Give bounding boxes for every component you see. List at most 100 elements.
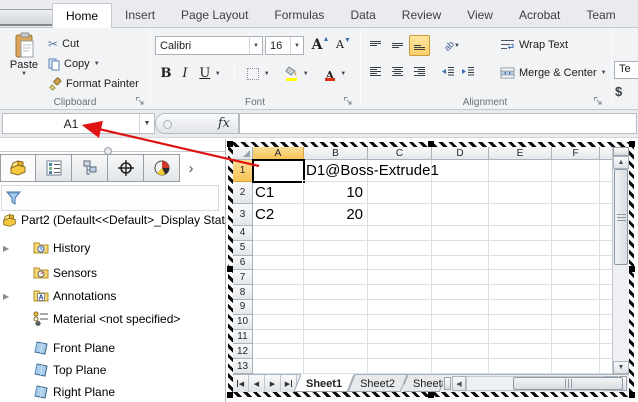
tree-item-right-plane[interactable]: Right Plane [0,383,225,401]
font-color-dropdown-arrow[interactable]: ▼ [340,71,346,77]
cell-E4[interactable] [489,226,552,241]
ribbon-tab-formulas[interactable]: Formulas [261,3,337,28]
merge-center-button[interactable]: Merge & Center ▼ [500,67,607,79]
tree-item-sensors[interactable]: Sensors [0,264,225,282]
first-sheet-button[interactable]: ◀ [233,375,249,392]
ole-resize-handle[interactable] [428,392,434,398]
panel-splitter[interactable] [0,151,225,152]
top-align-button[interactable] [365,35,386,56]
tab-featuremanager[interactable] [0,154,36,182]
copy-dropdown-arrow[interactable]: ▼ [94,61,100,67]
cell-B12[interactable] [304,344,368,359]
ribbon-tab-acrobat[interactable]: Acrobat [506,3,573,28]
scroll-up-button[interactable]: ▲ [613,156,629,169]
cell-D8[interactable] [432,285,489,300]
fill-handle[interactable] [302,180,306,184]
vertical-scrollbar[interactable]: ▲ ▼ [612,147,629,374]
row-header-2[interactable]: 2 [233,182,253,204]
cell-F5[interactable] [552,241,600,256]
tree-item-material-not-specified[interactable]: Material <not specified> [0,310,225,328]
cell-E1[interactable] [489,160,552,182]
select-all-corner[interactable] [233,147,253,160]
borders-button[interactable]: ▼ [242,63,275,84]
font-color-button[interactable]: A ▼ [318,63,352,84]
wrap-text-button[interactable]: Wrap Text [500,39,568,51]
tree-filter-box[interactable] [1,185,219,211]
cell-F3[interactable] [552,204,600,226]
cell-A9[interactable] [253,300,304,315]
column-header-c[interactable]: C [368,147,432,160]
font-size-combo[interactable]: 16 ▼ [265,36,304,55]
cell-F13[interactable] [552,359,600,374]
cell-B3[interactable]: 20 [304,204,368,226]
cell-E12[interactable] [489,344,552,359]
ole-resize-handle[interactable] [629,141,635,147]
vertical-split-box[interactable] [613,147,629,156]
accounting-format-button-partial[interactable]: $ [615,84,622,99]
cell-D11[interactable] [432,330,489,345]
scroll-down-button[interactable]: ▼ [613,361,629,374]
cell-B2[interactable]: 10 [304,182,368,204]
row-header-3[interactable]: 3 [233,204,253,226]
cell-E13[interactable] [489,359,552,374]
column-header-d[interactable]: D [432,147,489,160]
selected-cell-outline[interactable] [252,159,305,183]
cell-E11[interactable] [489,330,552,345]
orientation-button[interactable]: ab▼ [438,35,466,56]
ribbon-tab-review[interactable]: Review [389,3,454,28]
copy-button[interactable]: Copy ▼ [48,54,139,74]
paste-button[interactable]: Paste ▼ [5,32,43,96]
vertical-scroll-thumb[interactable] [614,169,628,265]
cell-D4[interactable] [432,226,489,241]
cell-A6[interactable] [253,256,304,271]
cell-F11[interactable] [552,330,600,345]
cell-D7[interactable] [432,270,489,285]
cell-C9[interactable] [368,300,432,315]
cell-A11[interactable] [253,330,304,345]
cell-F9[interactable] [552,300,600,315]
sheet-tab-sheet1[interactable]: Sheet1 [297,375,351,392]
cell-A5[interactable] [253,241,304,256]
cell-A2[interactable]: C1 [253,182,304,204]
vertical-scroll-track[interactable] [613,265,629,361]
expand-arrow-icon[interactable]: ▶ [3,244,9,253]
font-size-dropdown-arrow[interactable]: ▼ [290,37,303,54]
ribbon-tab-home[interactable]: Home [52,3,112,29]
row-header-11[interactable]: 11 [233,330,253,345]
cell-C7[interactable] [368,270,432,285]
cell-E2[interactable] [489,182,552,204]
ole-resize-handle[interactable] [629,392,635,398]
cell-B6[interactable] [304,256,368,271]
cell-E10[interactable] [489,315,552,330]
cell-C4[interactable] [368,226,432,241]
bottom-align-button-active[interactable] [409,35,430,56]
tree-root-part[interactable]: Part2 (Default<<Default>_Display Stat [0,211,225,229]
cell-A8[interactable] [253,285,304,300]
name-box-dropdown-arrow[interactable]: ▼ [139,114,154,133]
expand-arrow-icon[interactable]: ▶ [3,292,9,301]
cell-C12[interactable] [368,344,432,359]
name-box[interactable]: A1 ▼ [2,113,155,134]
cell-D6[interactable] [432,256,489,271]
row-header-4[interactable]: 4 [233,226,253,241]
cell-B4[interactable] [304,226,368,241]
underline-dropdown-arrow[interactable]: ▼ [215,71,221,77]
row-header-1[interactable]: 1 [233,160,253,182]
cell-B5[interactable] [304,241,368,256]
formula-bar-handle[interactable] [163,120,172,129]
align-center-button[interactable] [387,61,408,82]
tab-configurationmanager[interactable] [72,154,108,182]
cell-D3[interactable] [432,204,489,226]
row-header-13[interactable]: 13 [233,359,253,374]
cell-C11[interactable] [368,330,432,345]
clipboard-dialog-launcher[interactable] [135,96,145,106]
tree-item-history[interactable]: ▶History [0,239,225,257]
cell-D2[interactable] [432,182,489,204]
cell-F8[interactable] [552,285,600,300]
middle-align-button[interactable] [387,35,408,56]
cell-E7[interactable] [489,270,552,285]
cell-B10[interactable] [304,315,368,330]
cell-B8[interactable] [304,285,368,300]
cell-C8[interactable] [368,285,432,300]
cell-A4[interactable] [253,226,304,241]
